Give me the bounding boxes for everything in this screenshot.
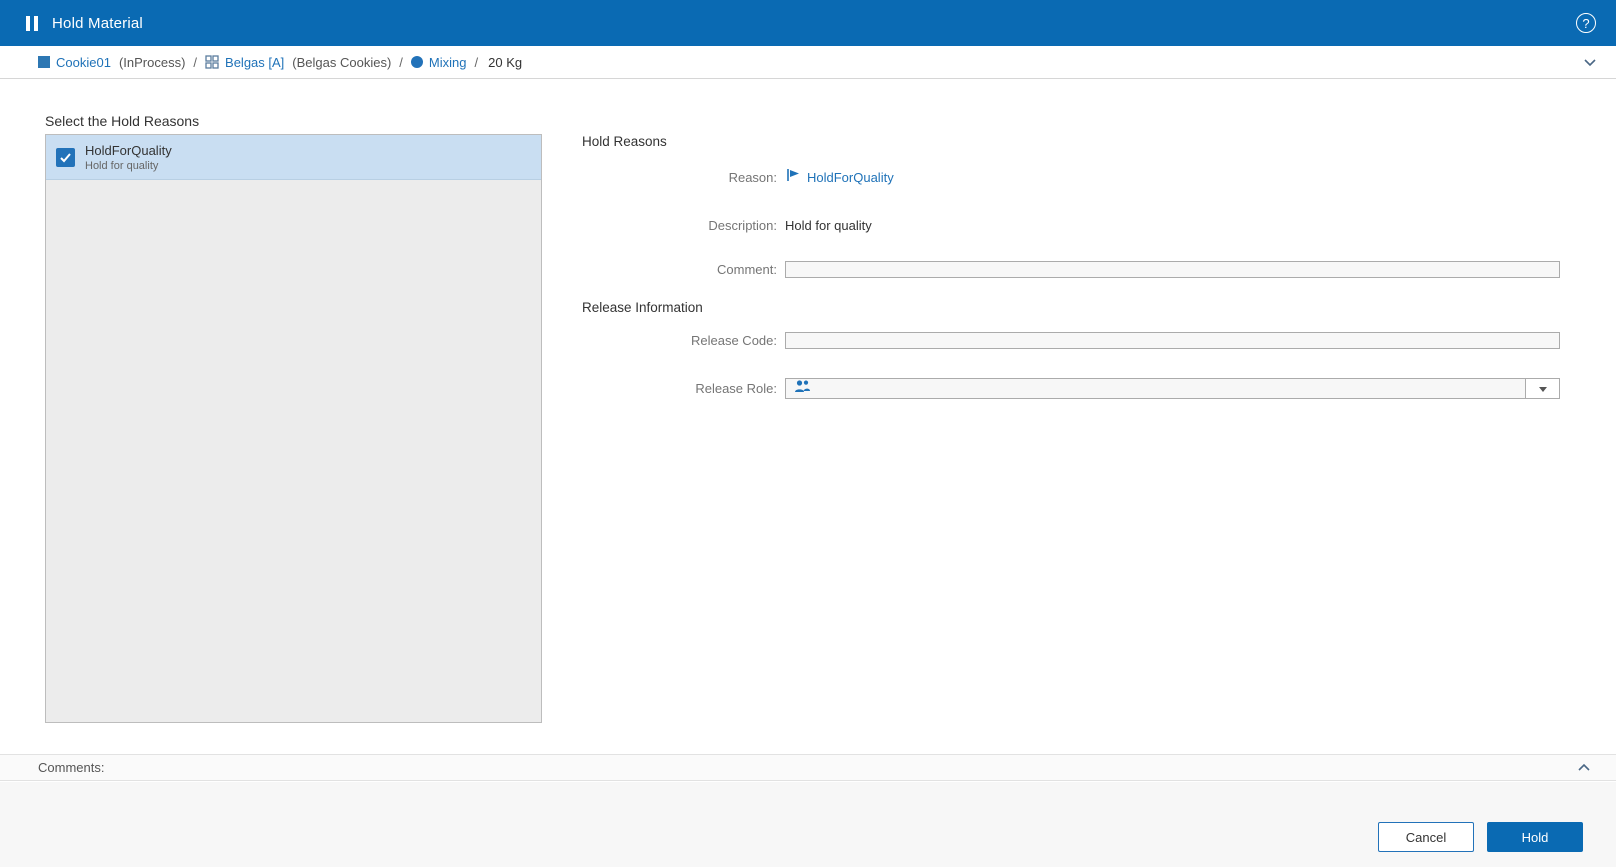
release-role-row: Release Role:	[582, 371, 1560, 406]
list-item[interactable]: HoldForQuality Hold for quality	[46, 135, 541, 180]
reason-value-link[interactable]: HoldForQuality	[807, 170, 894, 185]
product-desc-label: (Belgas Cookies)	[292, 54, 392, 70]
product-icon	[205, 55, 219, 69]
breadcrumb-product-link[interactable]: Belgas [A]	[225, 55, 284, 70]
release-role-dropdown-button[interactable]	[1525, 379, 1559, 398]
release-code-row: Release Code:	[582, 324, 1560, 357]
reason-item-name: HoldForQuality	[85, 142, 172, 158]
breadcrumb: Cookie01 (InProcess) / Belgas [A] (Belga…	[0, 46, 1616, 79]
reason-list-title: Select the Hold Reasons	[45, 113, 200, 129]
reason-label: Reason:	[728, 169, 777, 185]
description-value: Hold for quality	[785, 217, 872, 233]
reason-item-description: Hold for quality	[85, 159, 159, 172]
hold-reasons-heading: Hold Reasons	[582, 134, 667, 149]
breadcrumb-separator: /	[399, 54, 403, 70]
chevron-up-icon[interactable]	[1576, 760, 1592, 776]
breadcrumb-step: Mixing	[410, 55, 467, 70]
cancel-button[interactable]: Cancel	[1378, 822, 1474, 852]
breadcrumb-material-link[interactable]: Cookie01	[56, 55, 111, 70]
release-role-label: Release Role:	[695, 381, 777, 396]
release-code-input[interactable]	[785, 332, 1560, 349]
comment-input[interactable]	[785, 260, 1560, 278]
comments-label: Comments:	[38, 760, 105, 775]
comments-bar[interactable]: Comments:	[0, 754, 1616, 781]
breadcrumb-separator: /	[193, 54, 198, 70]
quantity-label: 20 Kg	[488, 54, 523, 70]
release-role-input[interactable]	[785, 378, 1560, 399]
checkbox-checked-icon[interactable]	[56, 147, 75, 167]
material-state-label: (InProcess)	[118, 54, 186, 70]
hold-pause-icon	[26, 15, 38, 31]
breadcrumb-product: Belgas [A] (Belgas Cookies)	[205, 55, 391, 70]
flag-icon	[785, 167, 801, 188]
description-row: Description: Hold for quality	[582, 215, 1560, 235]
people-icon	[794, 379, 811, 398]
reason-row: Reason: HoldForQuality	[582, 167, 1560, 187]
release-information-heading: Release Information	[582, 300, 703, 315]
comment-label: Comment:	[717, 261, 777, 277]
footer: Cancel Hold	[0, 782, 1616, 867]
app-header: Hold Material ?	[0, 0, 1616, 46]
breadcrumb-separator: /	[474, 54, 479, 70]
chevron-down-icon[interactable]	[1582, 54, 1598, 70]
reason-item-texts: HoldForQuality Hold for quality	[85, 143, 172, 172]
release-code-label: Release Code:	[691, 333, 777, 348]
footer-buttons: Cancel Hold	[1378, 822, 1583, 852]
page-title: Hold Material	[52, 14, 143, 32]
description-label: Description:	[708, 217, 777, 233]
material-icon	[38, 56, 50, 68]
comment-row: Comment:	[582, 252, 1560, 286]
help-icon[interactable]: ?	[1576, 13, 1596, 33]
step-icon	[410, 56, 423, 68]
breadcrumb-material: Cookie01 (InProcess)	[38, 55, 185, 70]
breadcrumb-step-link[interactable]: Mixing	[429, 55, 467, 70]
hold-reason-listbox: HoldForQuality Hold for quality	[45, 134, 542, 723]
hold-button[interactable]: Hold	[1487, 822, 1583, 852]
